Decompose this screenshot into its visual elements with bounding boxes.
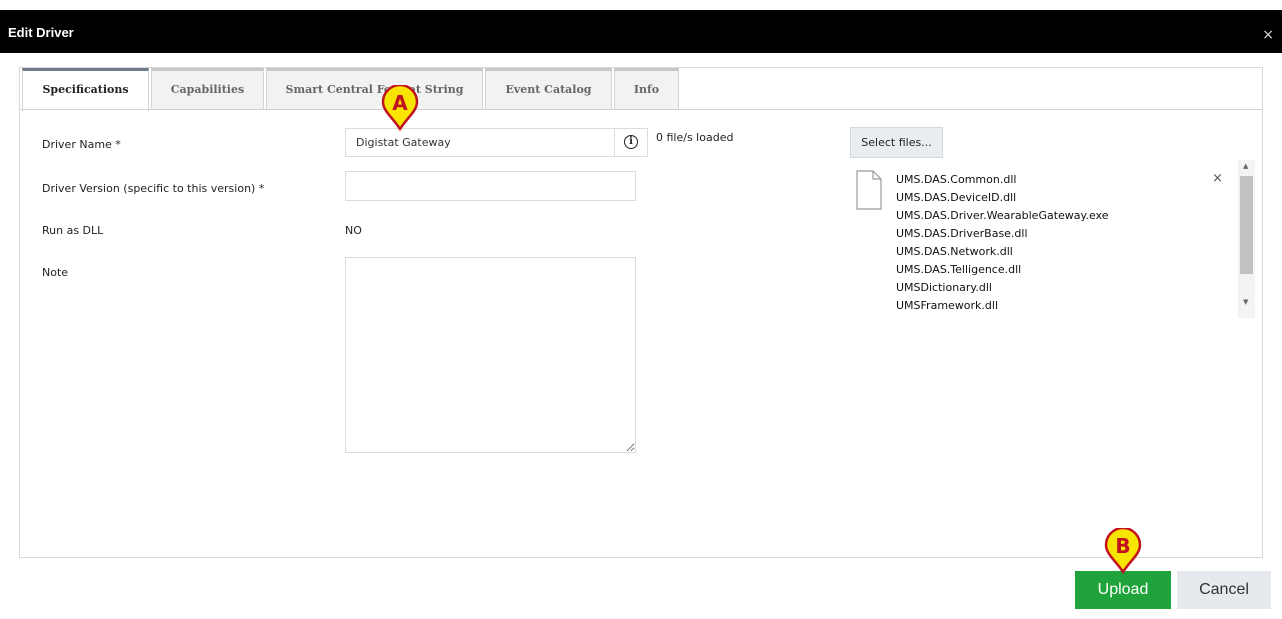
scrollbar-thumb[interactable]: [1240, 176, 1253, 274]
driver-version-label: Driver Version (specific to this version…: [42, 182, 265, 195]
file-list-scrollbar[interactable]: ▲ ▼: [1238, 160, 1255, 318]
remove-file-icon[interactable]: ×: [1212, 171, 1223, 186]
note-label: Note: [42, 266, 69, 279]
list-item: UMSDictionary.dll: [896, 281, 992, 294]
info-button[interactable]: i: [614, 128, 648, 157]
note-textarea[interactable]: [345, 257, 636, 453]
run-as-dll-value: NO: [345, 224, 362, 237]
list-item: UMS.DAS.Common.dll: [896, 173, 1017, 186]
scroll-up-icon[interactable]: ▲: [1243, 162, 1248, 170]
info-circle-icon: i: [624, 135, 638, 149]
file-list-box: UMS.DAS.Common.dll UMS.DAS.DeviceID.dll …: [850, 160, 1256, 320]
dialog-title: Edit Driver: [8, 25, 74, 40]
list-item: UMS.DAS.Network.dll: [896, 245, 1013, 258]
files-loaded-count: 0 file/s loaded: [656, 131, 734, 144]
cancel-button[interactable]: Cancel: [1177, 571, 1271, 609]
tab-specifications[interactable]: Specifications: [22, 68, 149, 111]
close-icon[interactable]: ×: [1262, 27, 1274, 43]
tab-divider: [20, 109, 1262, 110]
annotation-marker-a: A: [380, 83, 420, 132]
list-item: UMS.DAS.Telligence.dll: [896, 263, 1022, 276]
annotation-marker-b: B: [1103, 526, 1143, 575]
tab-event-catalog[interactable]: Event Catalog: [485, 68, 612, 110]
tab-info[interactable]: Info: [614, 68, 679, 110]
upload-button[interactable]: Upload: [1075, 571, 1171, 609]
driver-version-input[interactable]: [345, 171, 636, 201]
list-item: UMSFramework.dll: [896, 299, 999, 312]
driver-name-input[interactable]: [345, 128, 615, 157]
driver-name-label: Driver Name *: [42, 138, 121, 151]
file-list: UMS.DAS.Common.dll UMS.DAS.DeviceID.dll …: [896, 171, 1108, 315]
marker-letter: B: [1115, 534, 1131, 558]
run-as-dll-label: Run as DLL: [42, 224, 104, 237]
list-item: UMS.DAS.DriverBase.dll: [896, 227, 1028, 240]
select-files-button[interactable]: Select files...: [850, 127, 943, 158]
file-icon: [856, 170, 882, 210]
list-item: UMS.DAS.Driver.WearableGateway.exe: [896, 209, 1109, 222]
list-item: UMS.DAS.DeviceID.dll: [896, 191, 1017, 204]
marker-letter: A: [392, 91, 408, 115]
tab-capabilities[interactable]: Capabilities: [151, 68, 264, 110]
scroll-down-icon[interactable]: ▼: [1243, 298, 1248, 306]
tab-smart-central-format-string[interactable]: Smart Central Format String: [266, 68, 483, 110]
dialog-titlebar: Edit Driver ×: [0, 10, 1282, 53]
